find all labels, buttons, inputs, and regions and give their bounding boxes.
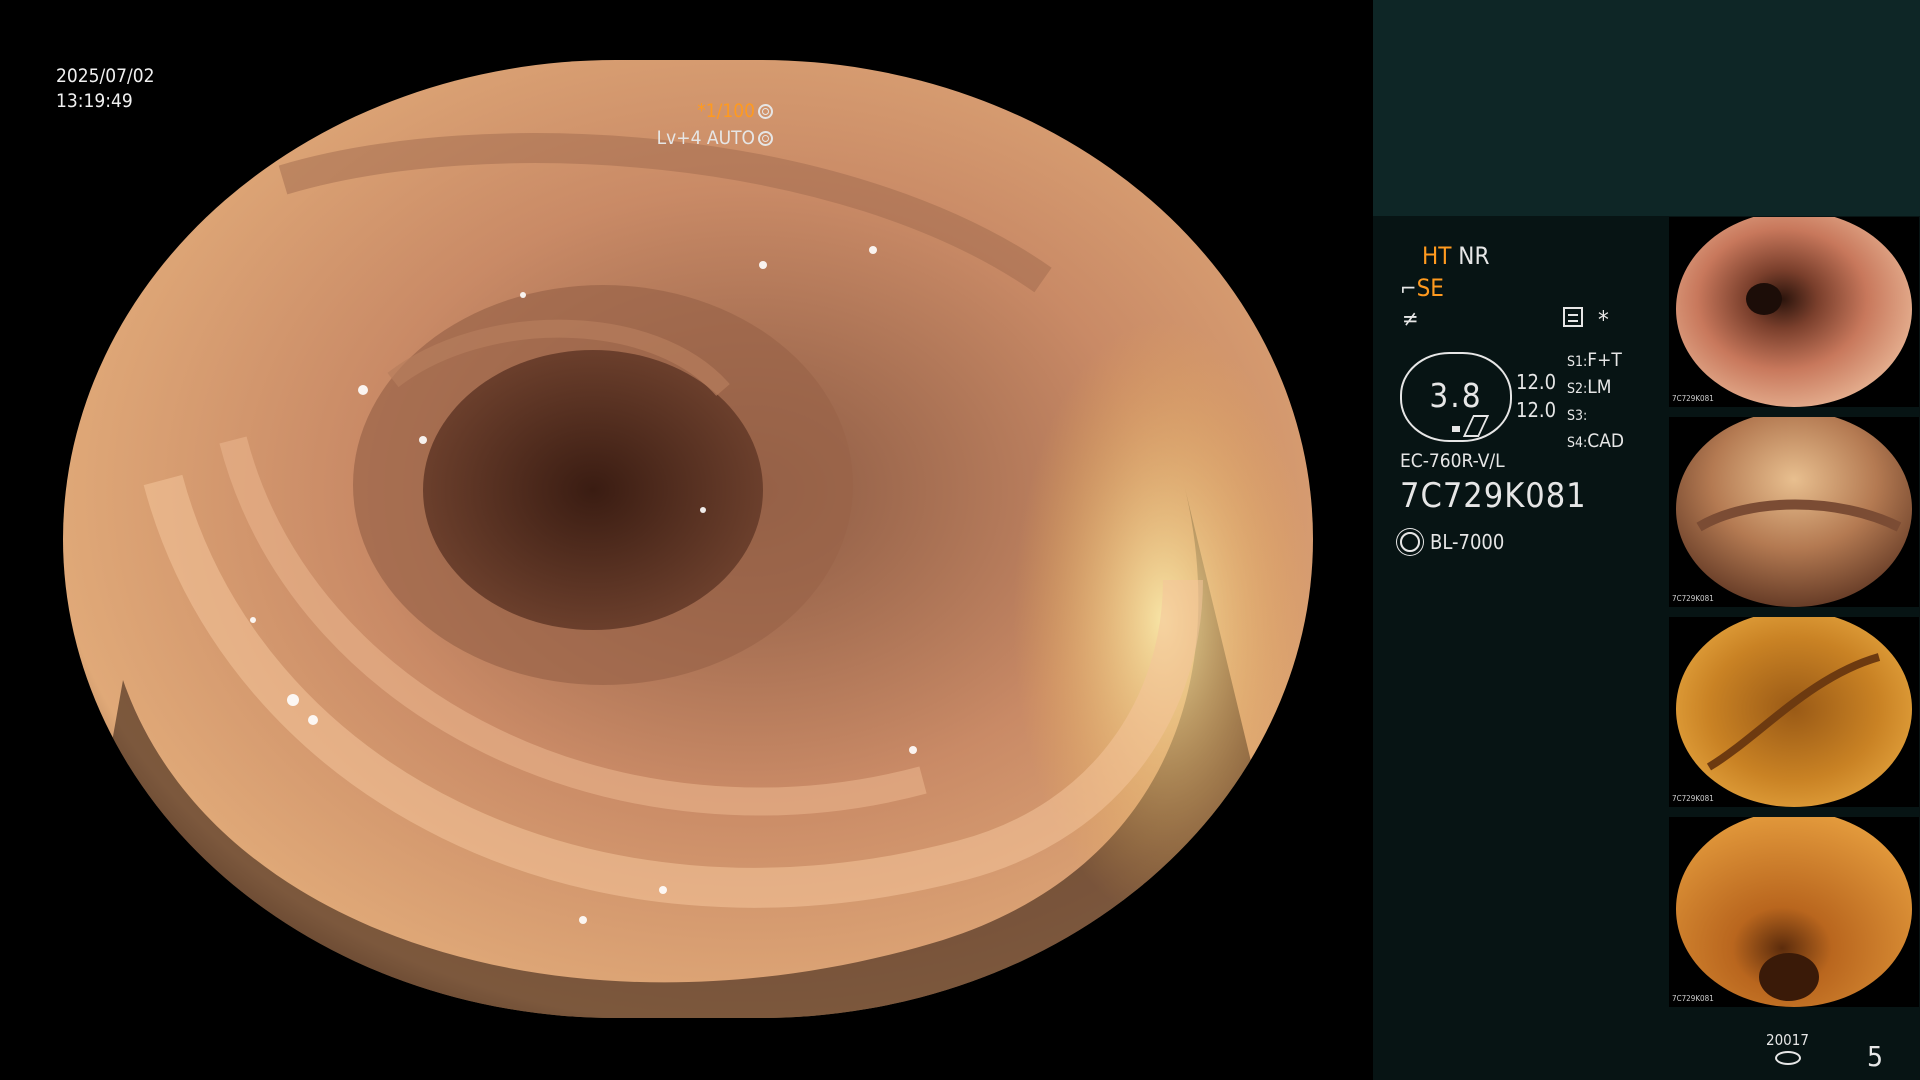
slot-2: S2:LM [1567, 375, 1624, 402]
time-text: 13:19:49 [56, 90, 133, 112]
thumbnail-1[interactable] [1669, 217, 1919, 407]
shutter-speed: *1/100 [697, 100, 755, 122]
slot-value: F+T [1587, 349, 1622, 371]
light-source-label: BL-7000 [1430, 530, 1505, 554]
iris-icon [758, 131, 773, 146]
thumbnail-2-caption: 7C729K081 [1672, 594, 1714, 603]
panel-header-area [1373, 0, 1920, 216]
asterisk-icon: * [1598, 306, 1609, 334]
ht-indicator: HT [1422, 242, 1452, 270]
zoom-bar-icon [1452, 426, 1460, 432]
slot-value: CAD [1587, 430, 1625, 452]
thumbnail-1-caption: 7C729K081 [1672, 394, 1714, 403]
endoscope-live-view: 2025/07/02 13:19:49 *1/100 Lv+4 AUTO [0, 0, 1373, 1080]
thumbnail-2[interactable] [1669, 417, 1919, 607]
storage-count: 20017 [1766, 1031, 1809, 1049]
scope-serial: 7C729K081 [1400, 476, 1587, 516]
slot-1: S1:F+T [1567, 348, 1624, 375]
slot-label: S2: [1567, 381, 1588, 397]
color-mode-icon: ≠ [1402, 307, 1419, 332]
thumbnail-3-caption: 7C729K081 [1672, 794, 1714, 803]
switch-slots: S1:F+T S2:LM S3: S4:CAD [1567, 348, 1624, 456]
slot-label: S1: [1567, 354, 1588, 370]
slot-3: S3: [1567, 402, 1624, 429]
se-indicator: SE [1416, 274, 1444, 302]
color-mode-row: ≠ [1402, 304, 1419, 332]
thumbnail-4[interactable] [1669, 817, 1919, 1007]
value-column: 12.0 12.0 [1516, 368, 1556, 424]
light-source: BL-7000 [1400, 530, 1504, 554]
shutter-icon [758, 104, 773, 119]
nr-indicator: NR [1458, 242, 1490, 270]
zoom-indicator: 3.8 [1400, 352, 1512, 442]
zoom-tick-icon [1462, 415, 1490, 437]
slot-label: S3: [1567, 408, 1588, 424]
thumbnail-3[interactable] [1669, 617, 1919, 807]
light-source-icon [1400, 532, 1420, 552]
iris-mode: Lv+4 AUTO [656, 127, 755, 149]
zoom-value: 3.8 [1429, 376, 1483, 415]
processing-row: HT NR [1422, 242, 1489, 270]
slot-label: S4: [1567, 435, 1588, 451]
date-text: 2025/07/02 [56, 65, 155, 87]
datetime-display: 2025/07/02 13:19:49 [56, 64, 155, 114]
thumbnail-4-caption: 7C729K081 [1672, 994, 1714, 1003]
enhancement-row: ⌐SE [1400, 274, 1444, 302]
exposure-info: *1/100 Lv+4 AUTO [657, 98, 773, 152]
capture-counter: 5 [1867, 1040, 1884, 1073]
endoscopic-image [63, 60, 1313, 1018]
scope-model: EC-760R-V/L [1400, 450, 1505, 472]
storage-disk-icon [1775, 1051, 1801, 1065]
value-2: 12.0 [1516, 398, 1557, 422]
enhancement-icon: ⌐ [1400, 277, 1417, 302]
slot-value: LM [1587, 376, 1612, 398]
slot-4: S4:CAD [1567, 429, 1624, 456]
menu-icon [1563, 307, 1583, 327]
value-1: 12.0 [1516, 370, 1557, 394]
